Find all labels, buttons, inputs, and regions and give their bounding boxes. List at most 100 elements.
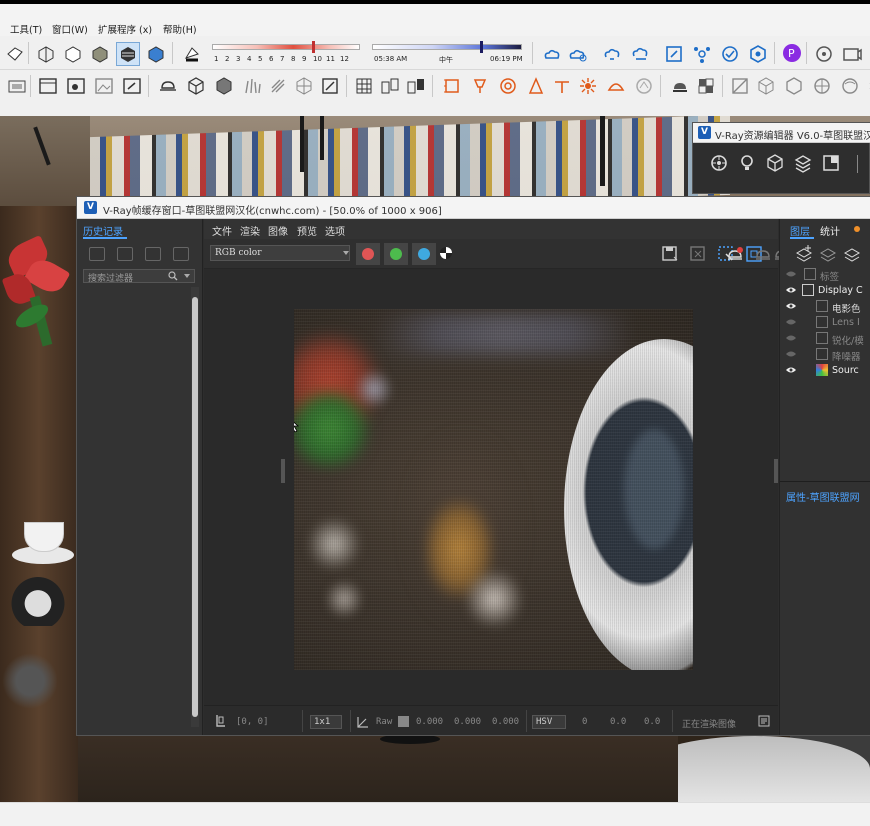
cube-outline-icon[interactable]: [186, 76, 206, 96]
plugin-p-icon[interactable]: P: [782, 43, 802, 63]
cloud-icon[interactable]: [542, 44, 562, 64]
layer-row[interactable]: Lens I: [780, 315, 870, 331]
layout-icon[interactable]: [7, 76, 27, 96]
save-image-icon[interactable]: [660, 244, 680, 264]
asset-editor-titlebar[interactable]: V V-Ray资源编辑器 V6.0-草图联盟汉化: [693, 123, 870, 143]
window-mountain-icon[interactable]: [94, 76, 114, 96]
layer-row[interactable]: 降噪器: [780, 347, 870, 363]
cube-open-icon[interactable]: [784, 76, 804, 96]
render-teapot-icon[interactable]: [753, 244, 773, 264]
shadow-toggle-icon[interactable]: [182, 44, 202, 64]
render-viewport[interactable]: [204, 269, 778, 705]
blue-channel-toggle[interactable]: [412, 243, 436, 265]
wireframe-style-icon[interactable]: [63, 44, 83, 64]
teapot-render-icon[interactable]: [158, 76, 178, 96]
mesh-icon[interactable]: [294, 76, 314, 96]
layer-row[interactable]: 电影色: [780, 299, 870, 315]
history-panel-splitter[interactable]: [281, 459, 285, 483]
lights-icon[interactable]: [737, 153, 757, 173]
history-delete-icon[interactable]: [173, 247, 189, 261]
panels-arrow-icon[interactable]: [406, 76, 426, 96]
zoom-select[interactable]: 1x1: [310, 715, 342, 729]
layer-row[interactable]: 标签: [780, 267, 870, 283]
mesh-light-icon[interactable]: [606, 76, 626, 96]
window-image-icon[interactable]: [66, 76, 86, 96]
tab-layers[interactable]: 图层: [790, 223, 810, 238]
cube-lit-icon[interactable]: [214, 76, 234, 96]
vfb-menu-file[interactable]: 文件: [212, 223, 232, 238]
menu-help[interactable]: 帮助(H): [163, 22, 197, 36]
rendered-image[interactable]: [294, 309, 693, 670]
vfb-menu-options[interactable]: 选项: [325, 223, 345, 238]
layer-presets-icon[interactable]: [842, 243, 862, 263]
eye-icon[interactable]: [786, 286, 796, 294]
render-elements-icon[interactable]: [821, 153, 841, 173]
time-slider[interactable]: 05:38 AM 中午 06:19 PM: [372, 40, 524, 66]
section-icon[interactable]: [730, 76, 750, 96]
vfb-menu-image[interactable]: 图像: [268, 223, 288, 238]
eye-icon[interactable]: [786, 366, 796, 374]
eye-icon[interactable]: [786, 334, 796, 342]
vfb-menu-preview[interactable]: 预览: [297, 223, 317, 238]
layers-panel-splitter[interactable]: [774, 459, 778, 483]
target-icon[interactable]: [814, 44, 834, 64]
check-cycle-icon[interactable]: [720, 44, 740, 64]
spot-light-icon[interactable]: [470, 76, 490, 96]
layer-row[interactable]: Sourc: [780, 363, 870, 379]
vfb-menu-render[interactable]: 渲染: [240, 223, 260, 238]
history-load-icon[interactable]: [145, 247, 161, 261]
teapot-icon[interactable]: [670, 76, 690, 96]
color-picker-icon[interactable]: [356, 715, 370, 729]
fur-icon[interactable]: [268, 76, 288, 96]
materials-icon[interactable]: [709, 153, 729, 173]
month-slider-thumb[interactable]: [312, 41, 315, 53]
molecule-icon[interactable]: [692, 44, 712, 64]
layer-row[interactable]: Display C: [780, 283, 870, 299]
history-scrollbar-thumb[interactable]: [192, 297, 198, 717]
light-array-icon[interactable]: [442, 76, 462, 96]
tab-stats[interactable]: 统计: [820, 223, 840, 238]
window-arrow-icon[interactable]: [122, 76, 142, 96]
cone-light-icon[interactable]: [526, 76, 546, 96]
green-channel-toggle[interactable]: [384, 243, 408, 265]
clear-image-icon[interactable]: [688, 244, 708, 264]
eye-icon[interactable]: [786, 318, 796, 326]
camera-frame-icon[interactable]: [842, 44, 862, 64]
history-save-icon[interactable]: [89, 247, 105, 261]
month-slider[interactable]: 1 2 3 4 5 6 7 8 9 10 11 12: [212, 40, 360, 66]
time-slider-thumb[interactable]: [480, 41, 483, 53]
grid-icon[interactable]: [354, 76, 374, 96]
eye-icon[interactable]: [786, 302, 796, 310]
checker-icon[interactable]: [696, 76, 716, 96]
eye-icon[interactable]: [786, 350, 796, 358]
face-style-icon[interactable]: [5, 44, 25, 64]
log-icon[interactable]: [758, 715, 770, 727]
color-mode-select[interactable]: HSV: [532, 715, 566, 729]
red-channel-toggle[interactable]: [356, 243, 380, 265]
cloud-settings-icon[interactable]: [568, 44, 588, 64]
add-layer-icon[interactable]: [794, 243, 814, 263]
cloud-refresh-icon[interactable]: [602, 44, 622, 64]
cloud-list-icon[interactable]: [630, 44, 650, 64]
sphere-icon[interactable]: [840, 76, 860, 96]
remove-layer-icon[interactable]: [818, 243, 838, 263]
sphere-grid-icon[interactable]: [812, 76, 832, 96]
dome-light-icon[interactable]: [498, 76, 518, 96]
window-icon[interactable]: [38, 76, 58, 96]
menu-window[interactable]: 窗口(W): [52, 22, 88, 36]
sun-light-icon[interactable]: [578, 76, 598, 96]
menu-extensions[interactable]: 扩展程序 (x): [98, 22, 152, 36]
cube-gear-icon[interactable]: [748, 44, 768, 64]
grass-icon[interactable]: [242, 76, 262, 96]
shaded-style-icon[interactable]: [90, 44, 110, 64]
alpha-toggle-icon[interactable]: [440, 247, 452, 259]
textured-style-icon[interactable]: [116, 42, 140, 66]
lamp-icon[interactable]: [552, 76, 572, 96]
geometry-icon[interactable]: [765, 153, 785, 173]
ies-light-icon[interactable]: [634, 76, 654, 96]
chevron-down-icon[interactable]: [184, 274, 190, 278]
pixel-info-icon[interactable]: [214, 714, 228, 728]
stop-render-icon[interactable]: [725, 244, 745, 264]
history-tab[interactable]: 历史记录: [83, 223, 123, 238]
toolbar-more-icon[interactable]: [862, 76, 870, 96]
